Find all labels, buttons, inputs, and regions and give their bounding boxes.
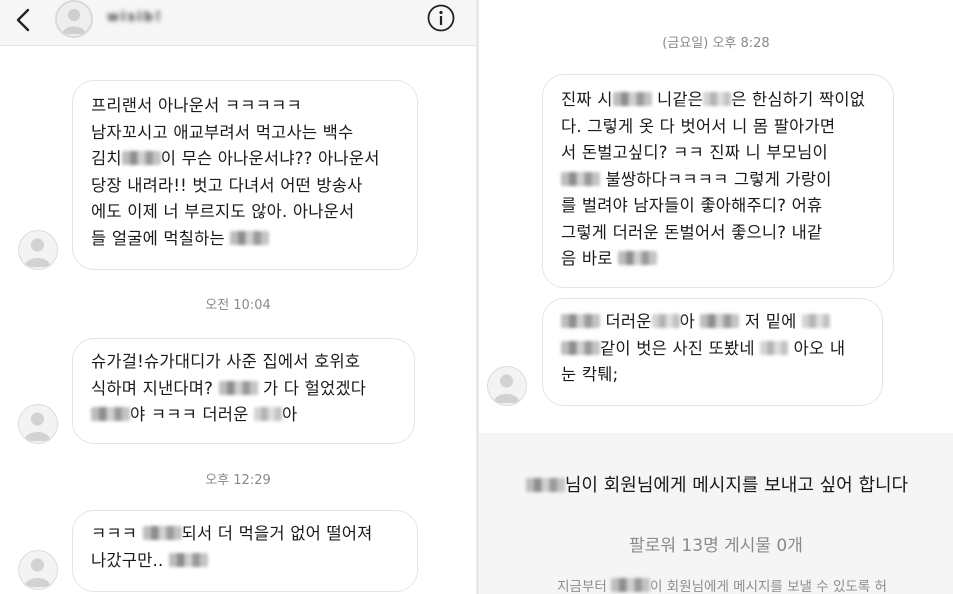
message-bubble[interactable]: 진짜 시 니같은 은 한심하기 짝이없 다. 그렇게 옷 다 벗어서 니 몸 팔아… [542,74,894,288]
message-bubble[interactable]: 프리랜서 아나운서 ㅋㅋㅋㅋㅋ 남자꼬시고 애교부려서 먹고사는 백수 김치 이 … [72,80,418,270]
message-request-card [479,433,953,594]
censored-mosaic [254,407,282,421]
censored-mosaic [612,92,652,106]
user-silhouette-icon [62,9,86,34]
message-line: 를 벌려야 남자들이 좋아해주디? 어휴 [561,196,823,215]
censored-mosaic [168,552,208,567]
timestamp: (금요일) 오후 8:28 [662,36,770,51]
message-line: 눈 칵퉤; [561,365,619,384]
message-line: 그렇게 더러운 돈벌어서 좋으니? 내같 [561,222,823,242]
timestamp: 오후 12:29 [205,473,271,488]
message-line: 에도 이제 너 부르지도 않아. 아나운서 [91,202,355,221]
sender-avatar[interactable] [18,230,58,270]
message-request-note: 지금부터 이 회원님에게 메시지를 보낼 수 있도록 허 [557,578,887,594]
sender-avatar[interactable] [18,404,58,444]
censored-mosaic [618,251,658,265]
censored-mosaic [561,314,600,328]
chevron-left-icon[interactable] [14,8,34,32]
censored-mosaic [760,340,789,355]
right-conversation-panel: (금요일) 오후 8:28 진짜 시 니같은 은 한심하기 짝이없 다. 그렇게 … [479,0,953,594]
censored-mosaic [611,578,651,592]
user-silhouette-icon [24,238,51,267]
message-line: 김치 이 무슨 아나운서냐?? 아나운서 [91,149,380,168]
profile-stats: 팔로워 13명 게시물 0개 [629,536,803,556]
censored-mosaic [700,314,740,328]
message-line: 당장 내려라!! 벗고 다녀서 어떤 방송사 [91,175,363,195]
message-bubble[interactable]: 슈가걸!슈가대디가 사준 집에서 호위호 식하며 지낸다며? 가 다 헐었겠다 … [72,338,415,444]
message-line: 슈가걸!슈가대디가 사준 집에서 호위호 [91,352,361,371]
censored-mosaic [91,407,130,421]
user-silhouette-icon [24,412,51,441]
message-line: 야 ㅋㅋㅋ 더러운 아 [91,402,398,429]
message-line: 음 바로 [561,246,877,273]
chat-header: wisib! [0,0,476,46]
message-bubble[interactable]: ㅋㅋㅋ 되서 더 먹을거 없어 떨어져 나갔구만.. [72,510,418,592]
censored-mosaic [121,151,161,165]
censored-mosaic [525,478,565,492]
censored-mosaic [651,314,680,328]
header-avatar[interactable] [55,0,93,38]
user-silhouette-icon [493,374,520,403]
message-line: 나갔구만.. [91,548,401,575]
message-line: 다. 그렇게 옷 다 벗어서 니 몸 팔아가면 [561,116,836,136]
message-line: 프리랜서 아나운서 ㅋㅋㅋㅋㅋ [91,96,302,115]
message-line: 남자꼬시고 애교부려서 먹고사는 백수 [91,122,354,142]
message-line: 식하며 지낸다며? 가 다 헐었겠다 [91,378,367,398]
censored-mosaic [218,380,258,395]
sender-avatar[interactable] [18,550,58,590]
censored-mosaic [561,340,600,355]
message-line: 진짜 시 니같은 은 한심하기 짝이없 [561,90,866,109]
censored-mosaic [801,314,830,328]
left-conversation-panel: wisib! 프리랜서 아나운서 ㅋㅋㅋㅋㅋ 남자꼬시고 애교부려서 먹고사는 … [0,0,476,594]
info-circle-icon[interactable] [427,4,455,32]
message-line: 더러운 아 저 밑에 [561,309,866,336]
censored-mosaic [230,230,270,245]
username[interactable]: wisib! [107,10,167,25]
timestamp: 오전 10:04 [205,298,271,313]
message-line: 같이 벗은 사진 또봤네 아오 내 [561,336,866,363]
censored-mosaic [561,171,600,186]
message-line: 서 돈벌고싶디? ㅋㅋ 진짜 니 부모님이 [561,143,828,162]
message-request-title: 님이 회원님에게 메시지를 보내고 싶어 합니다 [507,473,927,499]
sender-avatar[interactable] [487,366,527,406]
user-silhouette-icon [24,558,51,587]
message-line: 들 얼굴에 먹칠하는 [91,226,401,253]
message-line: 불쌍하다ㅋㅋㅋㅋ 그렇게 가랑이 [561,167,877,194]
message-bubble[interactable]: 더러운 아 저 밑에 같이 벗은 사진 또봤네 아오 내 눈 칵퉤; [542,298,883,406]
censored-mosaic [703,92,732,106]
message-line: ㅋㅋㅋ 되서 더 먹을거 없어 떨어져 [91,524,373,543]
censored-mosaic [142,526,182,540]
